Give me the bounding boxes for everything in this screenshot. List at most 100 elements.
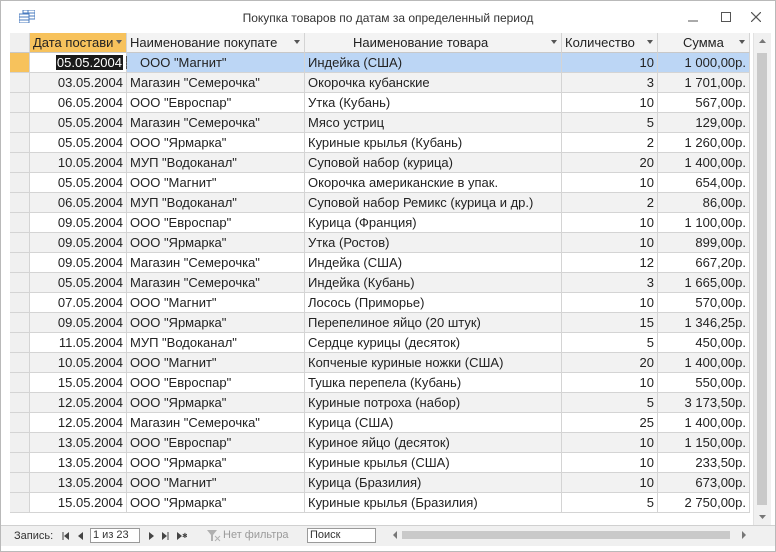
cell-product[interactable]: Куриные потроха (набор) (305, 393, 562, 413)
cell-sum[interactable]: 1 665,00р. (658, 273, 750, 293)
table-row[interactable]: 15.05.2004 ООО "Ярмарка" Куриные крылья (Б… (10, 493, 750, 513)
cell-buyer[interactable]: ООО "Магнит" (127, 173, 305, 193)
cell-product[interactable]: Утка (Ростов) (305, 233, 562, 253)
table-row[interactable]: 15.05.2004 ООО "Евроспар" Тушка перепела (… (10, 373, 750, 393)
previous-record-icon[interactable] (75, 530, 87, 542)
cell-quantity[interactable]: 10 (562, 373, 658, 393)
scroll-thumb[interactable] (757, 53, 767, 505)
cell-date[interactable]: 06.05.2004 (30, 193, 127, 213)
cell-quantity[interactable]: 20 (562, 353, 658, 373)
cell-product[interactable]: Окорочка кубанские (305, 73, 562, 93)
cell-buyer[interactable]: ООО "Магнит" (127, 473, 305, 493)
record-selector[interactable] (10, 453, 30, 473)
record-selector[interactable] (10, 153, 30, 173)
cell-sum[interactable]: 567,00р. (658, 93, 750, 113)
record-selector[interactable] (10, 353, 30, 373)
cell-sum[interactable]: 129,00р. (658, 113, 750, 133)
cell-product[interactable]: Куриное яйцо (десяток) (305, 433, 562, 453)
cell-quantity[interactable]: 12 (562, 253, 658, 273)
cell-date[interactable]: 07.05.2004 (30, 293, 127, 313)
record-selector[interactable] (10, 113, 30, 133)
cell-quantity[interactable]: 15 (562, 313, 658, 333)
cell-quantity[interactable]: 2 (562, 193, 658, 213)
table-row[interactable]: 09.05.2004 Магазин "Семерочка" Индейка (СШ… (10, 253, 750, 273)
cell-buyer[interactable]: Магазин "Семерочка" (127, 73, 305, 93)
table-row[interactable]: 07.05.2004 ООО "Магнит" Лосось (Приморье) 1… (10, 293, 750, 313)
table-row[interactable]: 09.05.2004 ООО "Ярмарка" Перепелиное яйцо … (10, 313, 750, 333)
cell-product[interactable]: Куриные крылья (Кубань) (305, 133, 562, 153)
cell-quantity[interactable]: 3 (562, 273, 658, 293)
cell-sum[interactable]: 1 260,00р. (658, 133, 750, 153)
cell-date[interactable]: 09.05.2004 (30, 213, 127, 233)
cell-buyer[interactable]: ООО "Евроспар" (127, 373, 305, 393)
arrow-right-icon[interactable] (737, 527, 751, 543)
cell-product[interactable]: Лосось (Приморье) (305, 293, 562, 313)
cell-date[interactable]: 05.05.2004 (30, 173, 127, 193)
cell-date[interactable]: 12.05.2004 (30, 393, 127, 413)
cell-buyer[interactable]: МУП "Водоканал" (127, 193, 305, 213)
sort-dropdown-icon[interactable] (551, 40, 557, 44)
cell-quantity[interactable]: 2 (562, 133, 658, 153)
cell-product[interactable]: Копченые куриные ножки (США) (305, 353, 562, 373)
record-selector[interactable] (10, 313, 30, 333)
cell-date[interactable]: 05.05.2004 (30, 273, 127, 293)
table-row[interactable]: 06.05.2004 ООО "Евроспар" Утка (Кубань) 10 5… (10, 93, 750, 113)
close-button[interactable] (744, 7, 768, 27)
table-row[interactable]: 12.05.2004 ООО "Ярмарка" Куриные потроха (… (10, 393, 750, 413)
table-row[interactable]: 13.05.2004 ООО "Ярмарка" Куриные крылья (С… (10, 453, 750, 473)
scroll-down-button[interactable] (754, 508, 771, 525)
cell-product[interactable]: Тушка перепела (Кубань) (305, 373, 562, 393)
cell-product[interactable]: Индейка (Кубань) (305, 273, 562, 293)
cell-sum[interactable]: 2 750,00р. (658, 493, 750, 513)
cell-sum[interactable]: 3 173,50р. (658, 393, 750, 413)
minimize-button[interactable] (681, 7, 705, 27)
cell-sum[interactable]: 673,00р. (658, 473, 750, 493)
cell-buyer[interactable]: ООО "Ярмарка" (127, 393, 305, 413)
sort-dropdown-icon[interactable] (739, 40, 745, 44)
cell-buyer[interactable]: ООО "Ярмарка" (127, 233, 305, 253)
record-selector[interactable] (10, 413, 30, 433)
cell-quantity[interactable]: 10 (562, 293, 658, 313)
cell-quantity[interactable]: 10 (562, 433, 658, 453)
cell-buyer[interactable]: ООО "Магнит" (127, 293, 305, 313)
record-selector[interactable] (10, 213, 30, 233)
cell-quantity[interactable]: 20 (562, 153, 658, 173)
cell-buyer[interactable]: ООО "Евроспар" (127, 93, 305, 113)
cell-date[interactable]: 15.05.2004 (30, 493, 127, 513)
cell-buyer[interactable]: МУП "Водоканал" (127, 333, 305, 353)
column-header-product[interactable]: Наименование товара (305, 33, 562, 53)
cell-buyer[interactable]: ООО "Ярмарка" (127, 313, 305, 333)
cell-buyer[interactable]: Магазин "Семерочка" (127, 113, 305, 133)
arrow-left-icon[interactable] (388, 527, 402, 543)
new-record-icon[interactable]: ✱ (175, 530, 187, 542)
table-row[interactable]: 05.05.2004 ООО "Ярмарка" Куриные крылья (К… (10, 133, 750, 153)
cell-sum[interactable]: 1 400,00р. (658, 153, 750, 173)
cell-product[interactable]: Перепелиное яйцо (20 штук) (305, 313, 562, 333)
sort-dropdown-icon[interactable] (294, 40, 300, 44)
cell-product[interactable]: Суповой набор (курица) (305, 153, 562, 173)
sort-dropdown-icon[interactable] (116, 40, 122, 44)
column-header-buyer[interactable]: Наименование покупате (127, 33, 305, 53)
table-row[interactable]: 09.05.2004 ООО "Ярмарка" Утка (Ростов) 10 89… (10, 233, 750, 253)
table-row[interactable]: 06.05.2004 МУП "Водоканал" Суповой набор Р… (10, 193, 750, 213)
cell-sum[interactable]: 667,20р. (658, 253, 750, 273)
cell-sum[interactable]: 1 100,00р. (658, 213, 750, 233)
cell-date[interactable]: 13.05.2004 (30, 473, 127, 493)
cell-product[interactable]: Курица (Бразилия) (305, 473, 562, 493)
cell-product[interactable]: Мясо устриц (305, 113, 562, 133)
cell-date[interactable]: 05.05.2004 (30, 53, 127, 73)
cell-date[interactable]: 05.05.2004 (30, 113, 127, 133)
record-selector[interactable] (10, 173, 30, 193)
table-row[interactable]: 09.05.2004 ООО "Евроспар" Курица (Франция)… (10, 213, 750, 233)
cell-date[interactable]: 09.05.2004 (30, 253, 127, 273)
cell-buyer[interactable]: ООО "Евроспар" (127, 213, 305, 233)
cell-quantity[interactable]: 10 (562, 93, 658, 113)
next-record-icon[interactable] (145, 530, 157, 542)
cell-quantity[interactable]: 5 (562, 393, 658, 413)
cell-sum[interactable]: 899,00р. (658, 233, 750, 253)
record-selector[interactable] (10, 333, 30, 353)
cell-product[interactable]: Индейка (США) (305, 53, 562, 73)
table-row[interactable]: 05.05.2004 Магазин "Семерочка" Мясо устриц… (10, 113, 750, 133)
cell-sum[interactable]: 450,00р. (658, 333, 750, 353)
cell-date[interactable]: 10.05.2004 (30, 153, 127, 173)
